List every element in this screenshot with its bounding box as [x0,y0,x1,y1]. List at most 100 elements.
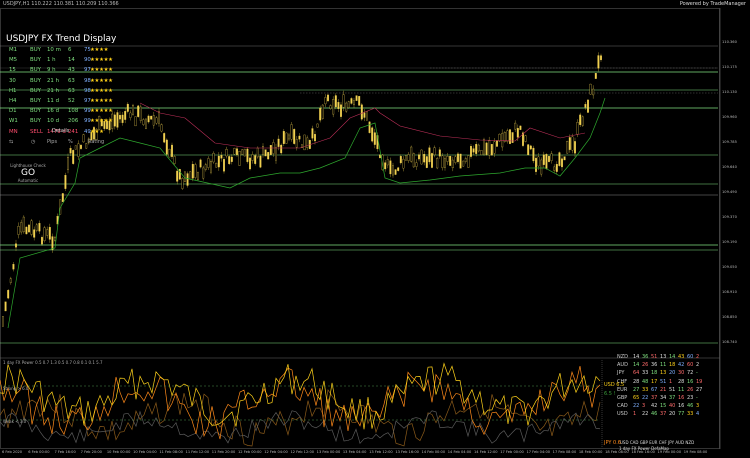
clock-icon[interactable]: ◷ [31,139,35,145]
candle-body [470,146,472,157]
candle-body [436,158,439,169]
details-button[interactable]: Details [52,128,69,134]
time-tick: 14 Feb 12:00 [474,450,498,454]
candle-body [134,116,137,127]
trend-row-w1[interactable]: W1 BUY 10 d 206 99 ★★★★★ [6,117,132,127]
candle-body [472,148,475,153]
candle-body [259,155,262,168]
candle-body [69,148,72,154]
rating-stars: ★★★★ [90,47,109,53]
rating-header[interactable]: Rating [88,139,104,145]
candle-body [353,100,355,106]
candle-body [256,147,259,158]
currency-strength-meter: NZD 14 36 51 13 14 43 60 2 AUD 14 26 36 11 18 42 60 2 JPY 6… [617,354,709,420]
candle-body [238,151,241,166]
price-tick: 108.740 [722,340,737,344]
candle-body [480,150,483,156]
candle-body [428,147,431,163]
meter-cell: 19 [696,378,703,385]
meter-cell: 51 [660,378,667,385]
timeframe-label: M5 [9,57,18,64]
meter-row-eur: EUR 27 33 67 21 51 11 26 27 [617,387,709,395]
meter-cell: 3 [696,403,700,410]
price-tick: 109.190 [722,240,737,244]
candle-body [594,73,597,79]
candle-body [540,159,543,175]
meter-cell: 18 [669,362,676,369]
candle-body [168,148,171,158]
trend-row-h1[interactable]: H1 BUY 21 h 63 98 ★★★★★ [6,87,132,97]
rating-stars: ★★★★★ [90,57,113,64]
time-tick: 6 Feb 00:00 [28,450,50,454]
candle-body [72,150,75,164]
duration-value: 21 h [47,87,59,94]
candle-body [532,147,535,162]
pips-header[interactable]: Pips [47,139,57,145]
meter-cell: - [696,394,698,401]
candle-body [324,97,327,105]
meter-cell: 22 [642,394,649,401]
meter-cell: 72 [687,370,694,377]
candle-body [236,148,238,155]
meter-cell: 27 [633,386,640,393]
candle-body [415,162,418,167]
trend-row-m1[interactable]: M1 BUY 10 m 6 75 ★★★★ [6,46,132,56]
candle-body [389,160,392,175]
candle-body [347,101,350,108]
candle-body [576,122,579,135]
candle-body [262,146,264,155]
candle-body [4,301,7,312]
lighthouse-check[interactable]: Lighthouse Check GO Automatic [10,163,46,183]
candle-body [337,102,340,109]
candle-body [241,149,244,155]
candle-body [25,226,28,235]
candle-body [15,243,17,248]
candle-body [142,119,145,125]
trend-row-h4[interactable]: H4 BUY 11 d 52 97 ★★★★★ [6,97,132,107]
candle-body [194,164,197,178]
candle-body [176,170,179,182]
meter-footer[interactable]: 1 day FX Power DefaMap [619,446,669,451]
candle-body [145,118,147,129]
time-tick: 19 Feb 08:00 [683,450,708,454]
candle-body [158,111,160,124]
candle-body [332,99,335,115]
usd-power-line [0,362,601,430]
candle-body [54,236,56,241]
trend-row-d1[interactable]: D1 BUY 16 d 108 99 ★★★★★ [6,107,132,117]
duration-value: 1 h [47,57,56,64]
meter-currency: JPY [617,370,625,377]
candle-body [509,129,511,144]
candle-body [397,167,400,171]
time-tick: 11 Feb 12:00 [185,450,210,454]
meter-row-cad: CAD 22 3 42 15 40 16 46 3 [617,403,709,411]
trend-row-m5[interactable]: M5 BUY 1 h 14 90 ★★★★★ [6,56,132,66]
candle-body [277,138,280,147]
meter-cell: 20 [669,370,676,377]
time-tick: 17 Feb 00:00 [500,450,524,454]
meter-cell: 26 [642,362,649,369]
candle-body [340,104,342,117]
candle-body [139,106,142,121]
candle-body [454,156,457,163]
candle-body [254,155,257,164]
meter-cell: 3 [642,403,646,410]
candle-body [246,148,249,162]
candle-body [165,139,168,155]
meter-cell: 60 [687,362,694,369]
lighthouse-status: GO [20,168,36,178]
candle-body [212,152,215,163]
trend-row-15[interactable]: 15 BUY 9 h 43 97 ★★★★★ [6,66,132,76]
candle-body [597,55,600,69]
candle-body [548,156,550,162]
candle-body [545,154,548,169]
swap-icon[interactable]: ⇆ [9,139,13,145]
meter-cell: 23 [687,394,694,401]
candle-body [535,157,537,172]
candle-body [566,141,569,154]
meter-cell: 16 [678,403,685,410]
percent-header[interactable]: % [68,139,73,145]
trend-row-30[interactable]: 30 BUY 21 h 63 98 ★★★★★ [6,77,132,87]
meter-cell: 40 [669,403,676,410]
meter-cell: 37 [651,394,658,401]
